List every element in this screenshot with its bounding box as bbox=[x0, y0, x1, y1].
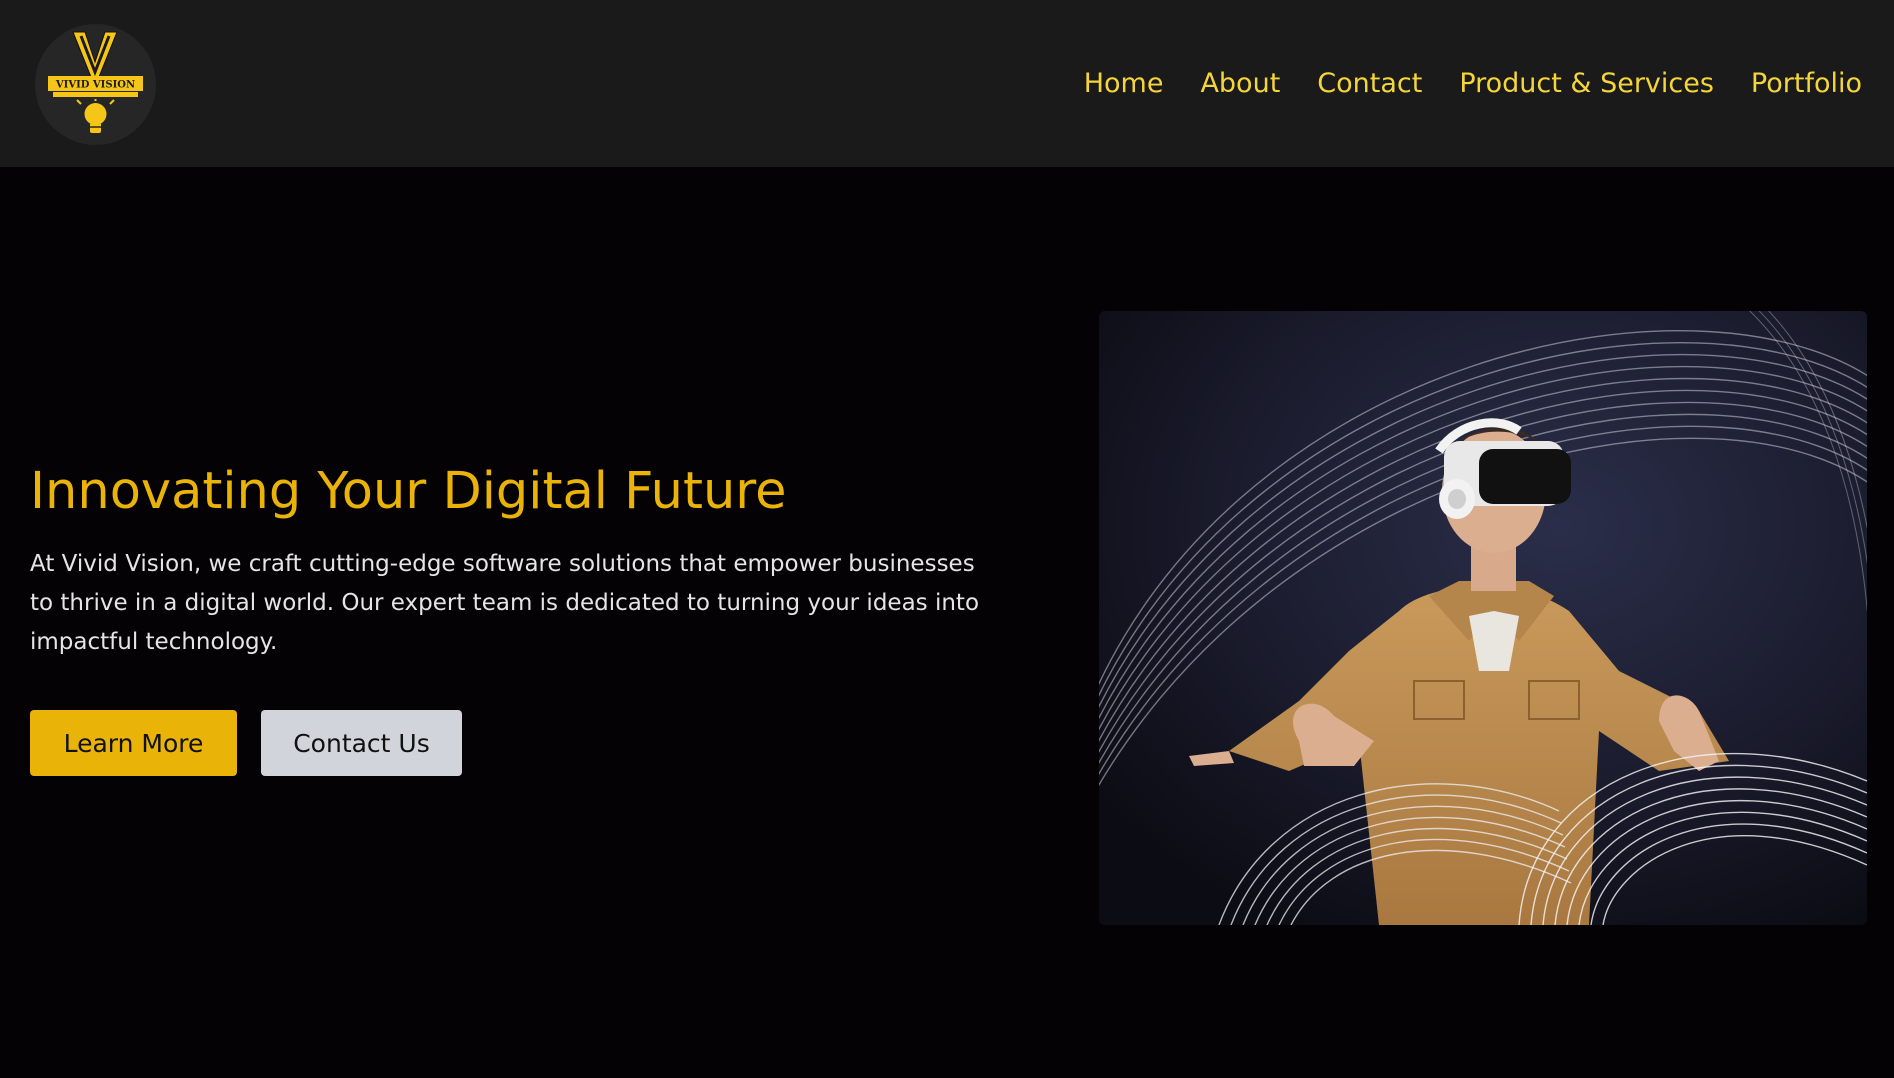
vr-illustration bbox=[1099, 311, 1867, 925]
nav-link-product-services[interactable]: Product & Services bbox=[1459, 64, 1714, 104]
hero-image-vr-person bbox=[1099, 311, 1867, 925]
hero-title: Innovating Your Digital Future bbox=[30, 462, 787, 521]
nav-link-contact[interactable]: Contact bbox=[1317, 64, 1422, 104]
vivid-vision-logo[interactable]: VIVID VISION bbox=[35, 24, 156, 145]
hero-section: Innovating Your Digital Future At Vivid … bbox=[0, 167, 1894, 1078]
nav-link-about[interactable]: About bbox=[1200, 64, 1280, 104]
logo-graphic: VIVID VISION bbox=[48, 31, 143, 133]
nav-link-home[interactable]: Home bbox=[1084, 64, 1164, 104]
hero-description: At Vivid Vision, we craft cutting-edge s… bbox=[30, 551, 980, 655]
contact-us-button[interactable]: Contact Us bbox=[261, 710, 462, 776]
nav-link-portfolio[interactable]: Portfolio bbox=[1751, 64, 1862, 104]
svg-text:VIVID VISION: VIVID VISION bbox=[55, 80, 135, 91]
main-nav: Home About Contact Product & Services Po… bbox=[1084, 64, 1862, 104]
learn-more-button[interactable]: Learn More bbox=[30, 710, 237, 776]
navbar: VIVID VISION Home About Contact Product … bbox=[0, 0, 1894, 167]
